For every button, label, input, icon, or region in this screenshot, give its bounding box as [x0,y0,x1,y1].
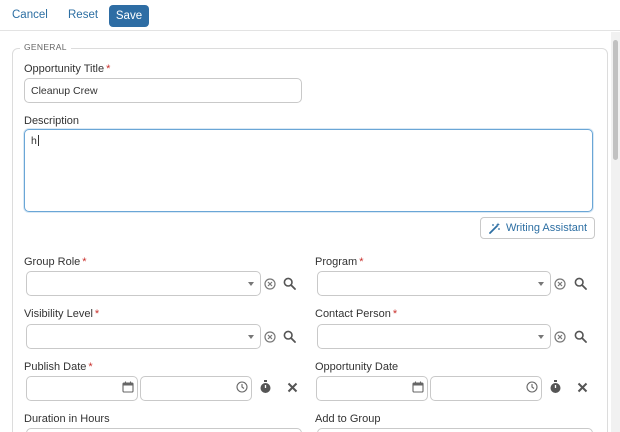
visibility-level-label: Visibility Level * [24,308,99,320]
writing-assistant-button[interactable]: Writing Assistant [480,217,595,239]
description-textarea[interactable]: h [24,129,593,212]
stopwatch-icon[interactable] [259,380,272,394]
group-role-select[interactable] [26,271,261,296]
save-button[interactable]: Save [109,5,149,27]
required-marker: * [359,256,364,268]
close-icon[interactable] [577,382,588,393]
title-input-value: Cleanup Crew [31,84,98,97]
add-to-group-label: Add to Group [315,413,381,425]
group-role-label-text: Group Role [24,256,81,268]
chevron-down-icon[interactable] [538,282,544,286]
general-section [12,48,608,432]
scrollbar[interactable] [611,32,620,432]
program-label: Program * [315,256,363,268]
chevron-down-icon[interactable] [248,335,254,339]
chevron-down-icon[interactable] [538,335,544,339]
opportunity-date-label: Opportunity Date [315,361,399,373]
reset-button[interactable]: Reset [68,9,98,21]
circle-x-icon[interactable] [554,278,566,290]
writing-assistant-label: Writing Assistant [505,222,588,234]
contact-person-select[interactable] [317,324,551,349]
duration-input[interactable] [26,428,302,432]
calendar-icon[interactable] [412,381,424,393]
description-value: h [31,135,37,147]
group-role-label: Group Role * [24,256,87,268]
duration-label: Duration in Hours [24,413,110,425]
clock-icon[interactable] [526,381,538,393]
circle-x-icon[interactable] [264,331,276,343]
circle-x-icon[interactable] [554,331,566,343]
clock-icon[interactable] [236,381,248,393]
required-marker: * [88,361,93,373]
search-icon[interactable] [574,277,587,290]
stopwatch-icon[interactable] [549,380,562,394]
section-legend: GENERAL [20,42,71,52]
scrollbar-thumb[interactable] [613,40,618,160]
description-label: Description [24,115,80,127]
required-marker: * [106,63,111,75]
chevron-down-icon[interactable] [248,282,254,286]
title-input[interactable]: Cleanup Crew [24,78,302,103]
required-marker: * [392,308,398,320]
contact-person-label-text: Contact Person [315,308,391,320]
add-to-group-select[interactable] [317,428,593,432]
calendar-icon[interactable] [122,381,134,393]
toolbar: Cancel Reset Save [0,0,620,31]
publish-date-label-text: Publish Date [24,361,87,373]
publish-date-label: Publish Date * [24,361,93,373]
visibility-level-select[interactable] [26,324,261,349]
search-icon[interactable] [283,277,296,290]
cancel-button[interactable]: Cancel [12,9,48,21]
contact-person-label: Contact Person * [315,308,397,320]
text-caret [37,135,39,146]
magic-wand-icon [489,222,500,234]
visibility-level-label-text: Visibility Level [24,308,93,320]
title-label-text: Opportunity Title [24,63,105,75]
circle-x-icon[interactable] [264,278,276,290]
required-marker: * [94,308,100,320]
title-label: Opportunity Title * [24,63,110,75]
close-icon[interactable] [287,382,298,393]
required-marker: * [82,256,87,268]
program-select[interactable] [317,271,551,296]
search-icon[interactable] [283,330,296,343]
search-icon[interactable] [574,330,587,343]
program-label-text: Program [315,256,358,268]
